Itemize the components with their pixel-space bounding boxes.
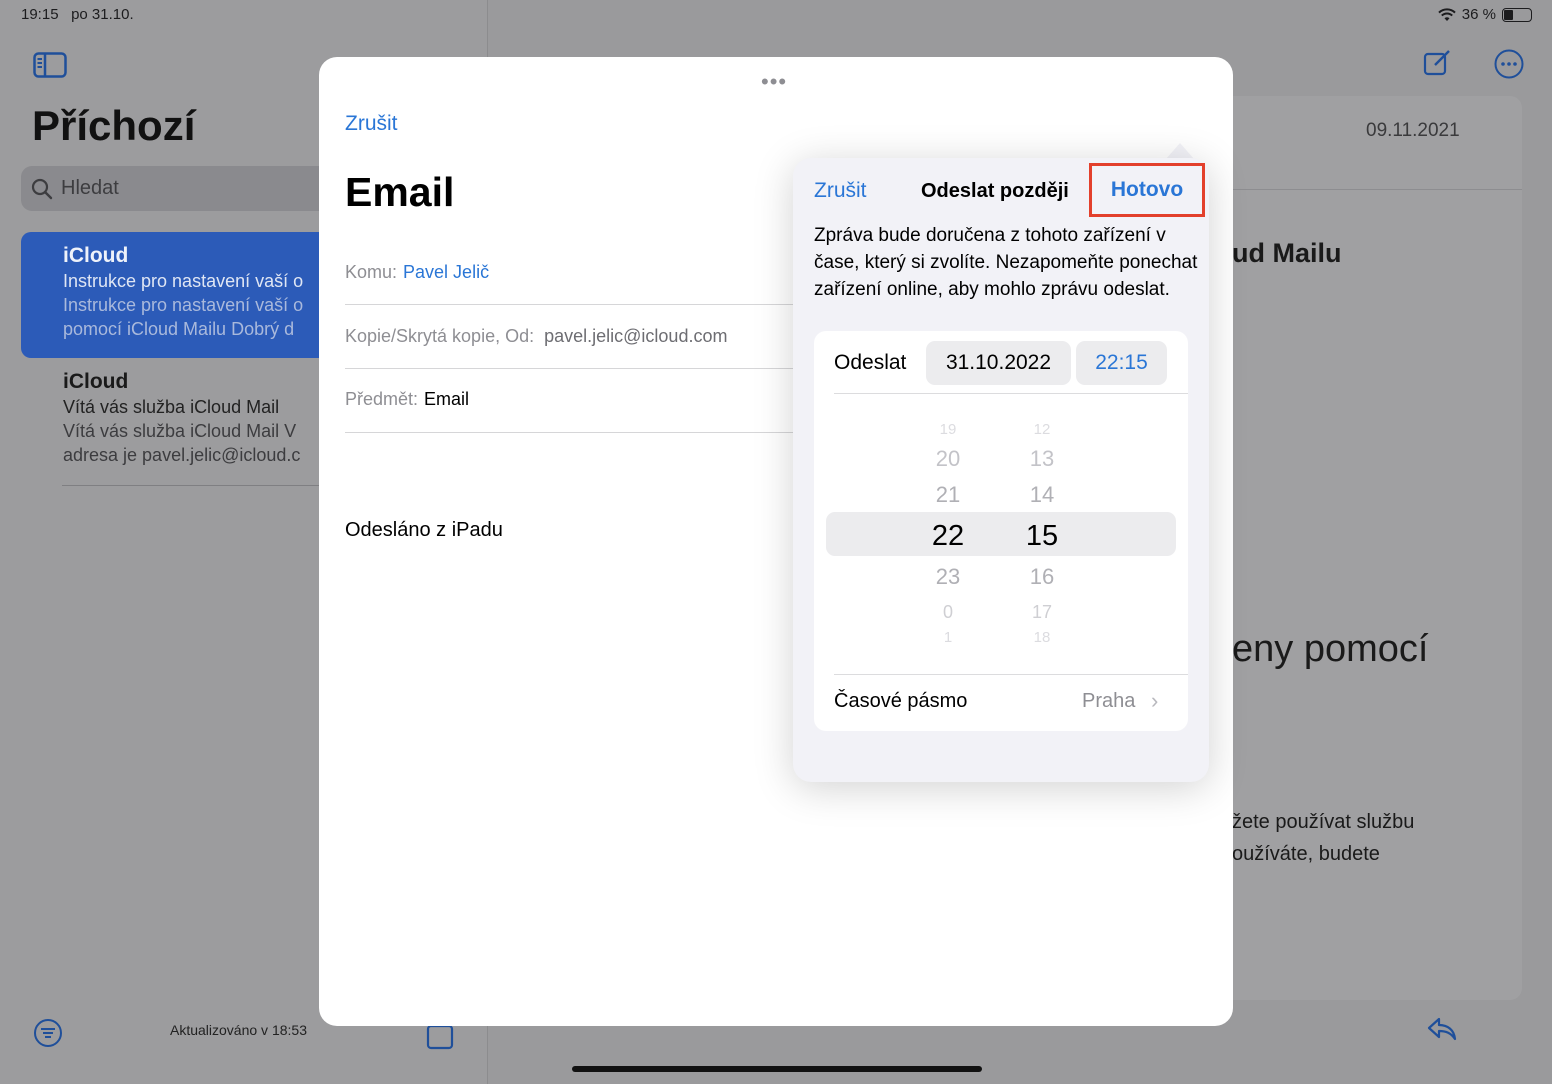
divider bbox=[345, 368, 805, 369]
send-later-popover: Zrušit Odeslat později Hotovo Zpráva bud… bbox=[793, 158, 1209, 782]
mail-preview: pomocí iCloud Mailu Dobrý d bbox=[63, 319, 295, 339]
timezone-value[interactable]: Praha bbox=[1082, 690, 1135, 713]
search-field[interactable]: Hledat bbox=[21, 166, 341, 211]
cc-from-field[interactable]: Kopie/Skrytá kopie, Od: pavel.jelic@iclou… bbox=[345, 326, 727, 347]
chevron-right-icon[interactable]: › bbox=[1151, 688, 1158, 714]
mail-preview: Instrukce pro nastavení vaší o bbox=[63, 295, 304, 315]
divider bbox=[834, 674, 1188, 675]
send-label: Odeslat bbox=[834, 351, 907, 374]
search-icon bbox=[31, 178, 53, 199]
clock: 19:15 bbox=[21, 6, 59, 23]
time-chip[interactable]: 22:15 bbox=[1076, 341, 1167, 385]
home-indicator bbox=[572, 1066, 982, 1072]
divider bbox=[345, 432, 805, 433]
minute-option[interactable]: 17 bbox=[1012, 596, 1072, 628]
search-placeholder: Hledat bbox=[61, 177, 119, 199]
compose-icon[interactable] bbox=[1422, 48, 1452, 78]
status-bar-right: 36 % bbox=[1438, 6, 1532, 23]
minute-option[interactable]: 13 bbox=[1012, 441, 1072, 476]
mail-subject: Vítá vás služba iCloud Mail bbox=[63, 397, 280, 417]
list-divider bbox=[62, 485, 342, 486]
message-body-text: žete používat službu bbox=[1232, 811, 1415, 833]
hour-option[interactable]: 0 bbox=[918, 596, 978, 628]
battery-icon bbox=[1502, 7, 1532, 22]
filter-icon[interactable] bbox=[33, 1018, 63, 1048]
message-body-text: eny pomocí bbox=[1232, 628, 1429, 670]
mailbox-title: Příchozí bbox=[32, 102, 196, 149]
message-body-text: oužíváte, budete bbox=[1232, 843, 1380, 865]
updated-status: Aktualizováno v 18:53 bbox=[170, 1022, 307, 1038]
sidebar-toggle-icon[interactable] bbox=[33, 52, 67, 78]
compose-cancel-button[interactable]: Zrušit bbox=[345, 112, 398, 136]
status-date: po 31.10. bbox=[71, 6, 134, 23]
stack-icon[interactable] bbox=[422, 1022, 456, 1050]
done-button[interactable]: Hotovo bbox=[1089, 163, 1205, 217]
mail-list-item[interactable]: iCloud Vítá vás služba iCloud Mail Vítá … bbox=[21, 370, 341, 466]
divider bbox=[1232, 189, 1522, 190]
minute-option[interactable]: 12 bbox=[1012, 419, 1072, 441]
message-date: 09.11.2021 bbox=[1366, 120, 1460, 141]
to-field[interactable]: Komu: Pavel Jelič bbox=[345, 262, 489, 283]
schedule-card: Odeslat 31.10.2022 22:15 19 20 21 22 23 … bbox=[814, 331, 1188, 731]
mail-preview: Vítá vás služba iCloud Mail V bbox=[63, 421, 297, 441]
to-label: Komu: bbox=[345, 262, 398, 282]
mail-preview: adresa je pavel.jelic@icloud.c bbox=[63, 445, 301, 465]
signature[interactable]: Odesláno z iPadu bbox=[345, 519, 503, 542]
picker-selection-band bbox=[826, 512, 1176, 556]
wifi-icon bbox=[1438, 7, 1456, 21]
hour-option[interactable]: 21 bbox=[918, 476, 978, 514]
battery-percent: 36 % bbox=[1461, 6, 1496, 23]
divider bbox=[834, 393, 1188, 394]
popover-cancel-button[interactable]: Zrušit bbox=[814, 179, 867, 203]
popover-description: Zpráva bude doručena z tohoto zařízení v… bbox=[814, 225, 1198, 300]
hour-option[interactable]: 19 bbox=[918, 419, 978, 441]
reply-icon[interactable] bbox=[1426, 1014, 1458, 1042]
hour-option[interactable]: 20 bbox=[918, 441, 978, 476]
hour-option[interactable]: 23 bbox=[918, 558, 978, 596]
minute-option[interactable]: 18 bbox=[1012, 628, 1072, 648]
status-bar-time: 19:15 po 31.10. bbox=[21, 6, 134, 23]
hour-wheel[interactable]: 19 20 21 22 23 0 1 bbox=[918, 419, 978, 648]
compose-title: Email bbox=[345, 169, 455, 215]
hour-option-selected[interactable]: 22 bbox=[918, 514, 978, 558]
cc-label: Kopie/Skrytá kopie, Od: bbox=[345, 326, 535, 346]
to-recipient[interactable]: Pavel Jelič bbox=[403, 262, 489, 282]
more-icon[interactable] bbox=[1493, 48, 1525, 80]
minute-option[interactable]: 16 bbox=[1012, 558, 1072, 596]
from-address: pavel.jelic@icloud.com bbox=[544, 326, 728, 346]
minute-wheel[interactable]: 12 13 14 15 16 17 18 bbox=[1012, 419, 1072, 648]
minute-option-selected[interactable]: 15 bbox=[1012, 514, 1072, 558]
timezone-label: Časové pásmo bbox=[834, 690, 968, 712]
subject-field[interactable]: Předmět: Email bbox=[345, 389, 469, 410]
subject-value: Email bbox=[424, 389, 470, 409]
minute-option[interactable]: 14 bbox=[1012, 476, 1072, 514]
popover-arrow bbox=[1166, 143, 1194, 159]
popover-title: Odeslat později bbox=[921, 180, 1069, 202]
mail-subject: Instrukce pro nastavení vaší o bbox=[63, 271, 304, 291]
subject-label: Předmět: bbox=[345, 389, 419, 409]
mail-list-item-selected[interactable]: iCloud Instrukce pro nastavení vaší o In… bbox=[21, 232, 341, 358]
message-heading: ud Mailu bbox=[1232, 238, 1342, 268]
mail-sender: iCloud bbox=[63, 370, 129, 393]
hour-option[interactable]: 1 bbox=[918, 628, 978, 648]
mail-sender: iCloud bbox=[63, 244, 129, 267]
date-chip[interactable]: 31.10.2022 bbox=[926, 341, 1071, 385]
divider bbox=[345, 304, 805, 305]
sheet-grabber-icon[interactable]: ••• bbox=[761, 69, 787, 95]
